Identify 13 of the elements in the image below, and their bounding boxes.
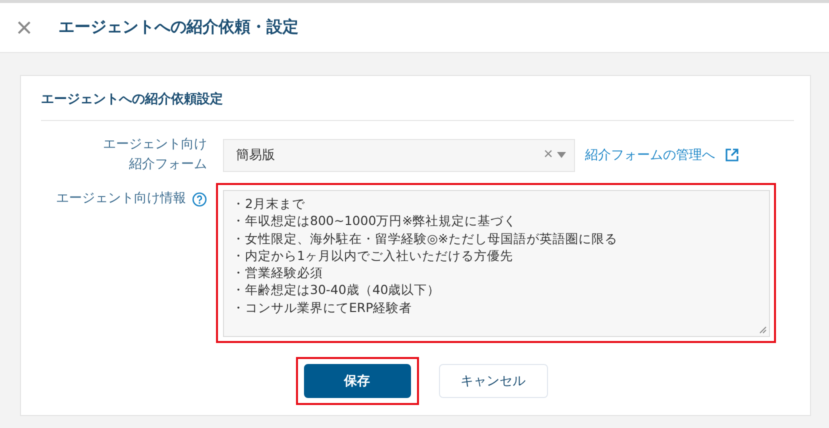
- field-label: エージェント向け 紹介フォーム: [102, 136, 207, 174]
- caret-icon: [557, 152, 566, 158]
- help-icon[interactable]: [192, 192, 207, 206]
- manage-forms-link[interactable]: 紹介フォームの管理へ: [585, 146, 715, 164]
- info-text-area[interactable]: ・2月末まで ・年収想定は800~1000万円※弊社規定に基づく ・女性限定、海外駐在・留学経験◎※ただし母国語が英語圏に限る ・内定から1ヶ月以内でご入社いただける方優先 ・営業経験必須 ・年齢想定は30-40歳（40歳以下） ・コンサル業界にてERP経験者: [223, 190, 770, 337]
- field-label: エージェント向け情報: [56, 190, 186, 208]
- save-button[interactable]: 保存: [304, 364, 410, 398]
- cancel-button[interactable]: キャンセル: [438, 364, 548, 398]
- external-link-icon: [725, 148, 739, 162]
- dialog-title: エージェントへの紹介依頼・設定: [58, 17, 298, 38]
- form-select[interactable]: 簡易版 ×: [223, 138, 575, 172]
- resize-handle-icon[interactable]: [759, 326, 767, 334]
- section-title: エージェントへの紹介依頼設定: [41, 90, 224, 109]
